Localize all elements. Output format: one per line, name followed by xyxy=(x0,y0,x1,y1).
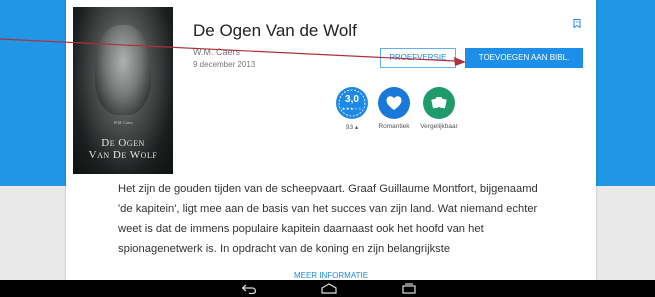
annotation-arrow xyxy=(0,38,466,66)
system-navigation-bar xyxy=(0,280,655,297)
home-icon[interactable] xyxy=(320,283,338,294)
back-icon[interactable] xyxy=(241,283,257,294)
recents-icon[interactable] xyxy=(401,283,417,294)
